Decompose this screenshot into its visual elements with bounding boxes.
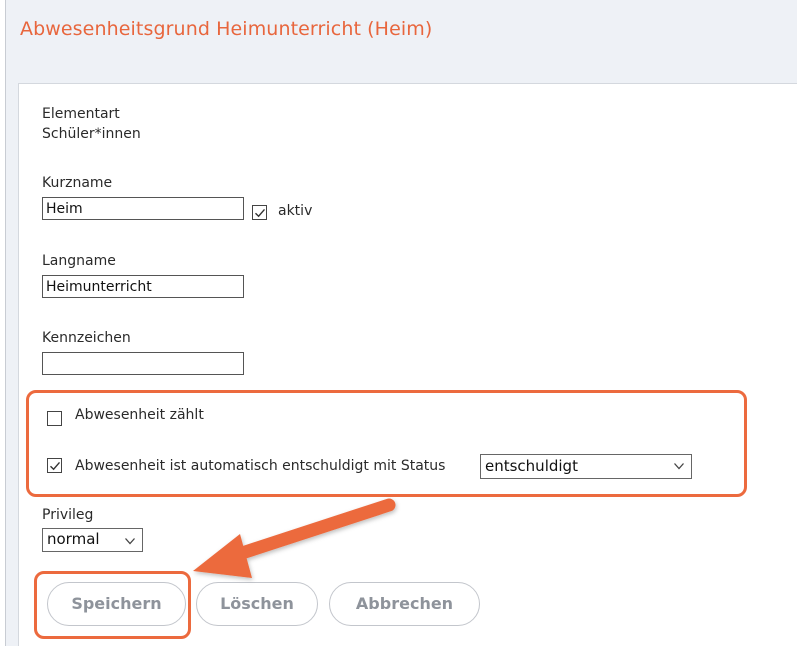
- annotation-arrow-icon: [193, 498, 396, 578]
